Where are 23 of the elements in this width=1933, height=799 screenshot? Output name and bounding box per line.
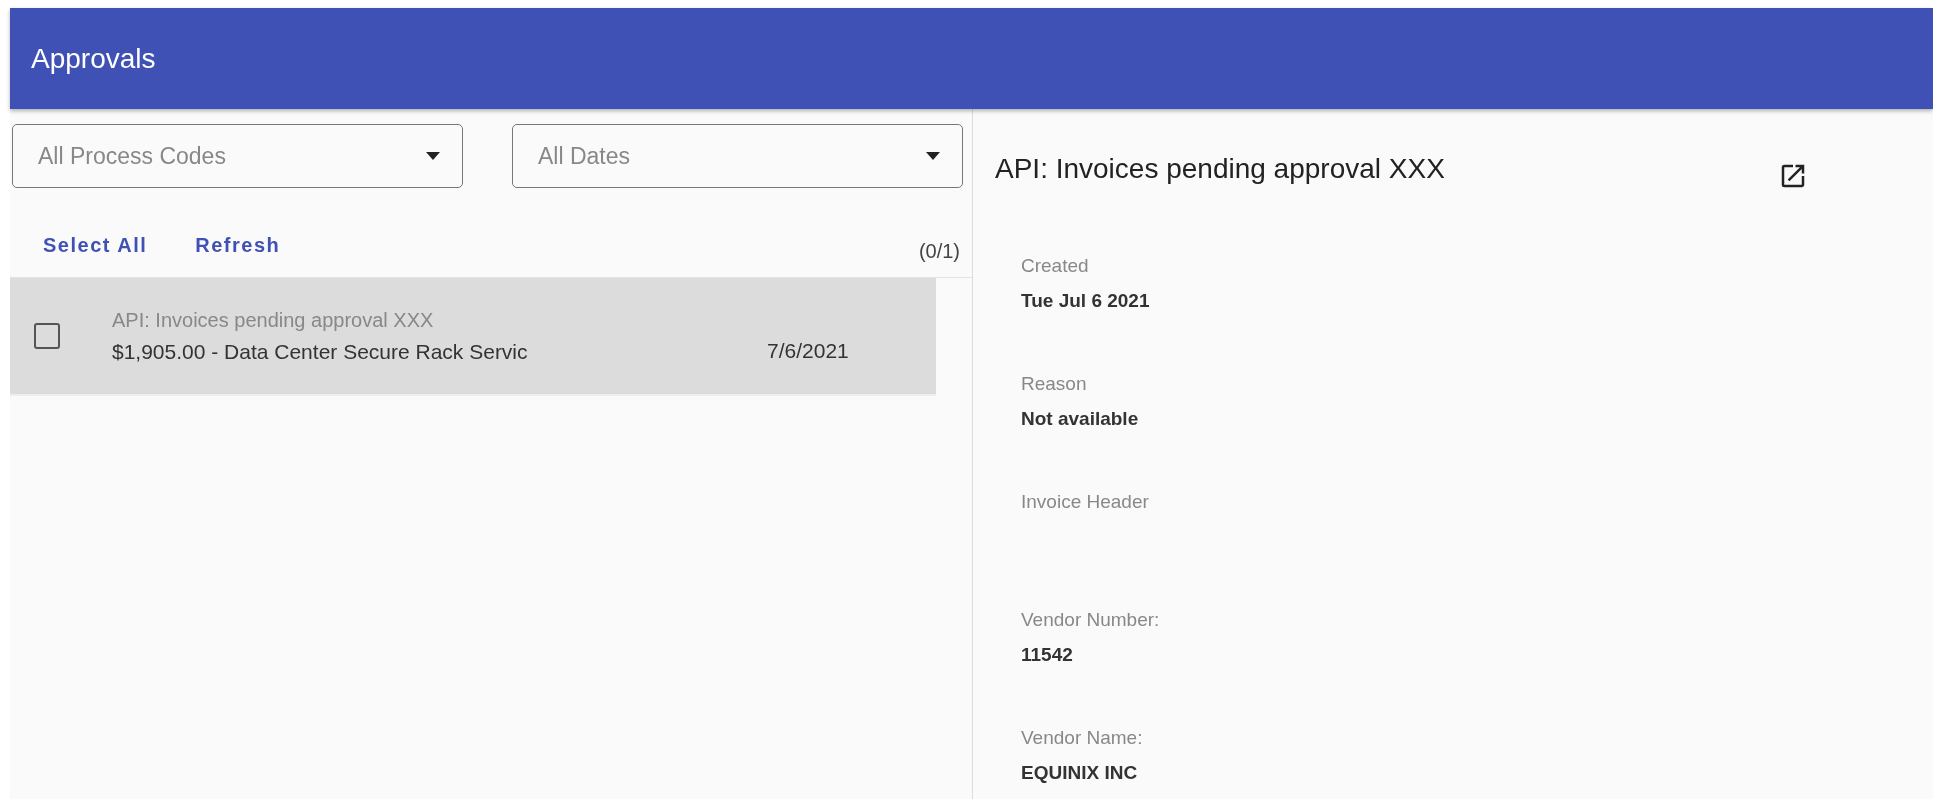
checkbox[interactable] (34, 323, 60, 349)
dropdown-caret-icon (426, 152, 440, 160)
field-label: Vendor Name: (1021, 727, 1144, 749)
field-value: 11542 (1021, 644, 1074, 666)
section-heading: Invoice Header (1021, 491, 1150, 513)
filter-dropdown[interactable]: All Dates (512, 124, 963, 188)
action-link[interactable]: Select All (33, 229, 158, 261)
filter-dropdown[interactable]: All Process Codes (12, 124, 463, 188)
field-value: Not available (1021, 408, 1140, 430)
detail-title: API: Invoices pending approval XXX (995, 153, 1445, 185)
field-value: EQUINIX INC (1021, 762, 1139, 784)
app-title: Approvals (31, 42, 156, 75)
field-label: Created (1021, 255, 1090, 277)
item-date: 7/6/2021 (767, 339, 849, 363)
field-value: Tue Jul 6 2021 (1021, 290, 1151, 312)
item-summary: $1,905.00 - Data Center Secure Rack Servic (112, 339, 529, 364)
action-link[interactable]: Refresh (185, 229, 291, 261)
approval-list-item[interactable]: API: Invoices pending approval XXX $1,905.00 - Data Center Secure Rack Servic 7/6/2021 (10, 278, 936, 396)
item-title: API: Invoices pending approval XXX (112, 308, 435, 332)
dropdown-caret-icon (926, 152, 940, 160)
field-label: Vendor Number: (1021, 609, 1161, 631)
field-label: Reason (1021, 373, 1088, 395)
selection-count: (0/1) (918, 239, 960, 263)
